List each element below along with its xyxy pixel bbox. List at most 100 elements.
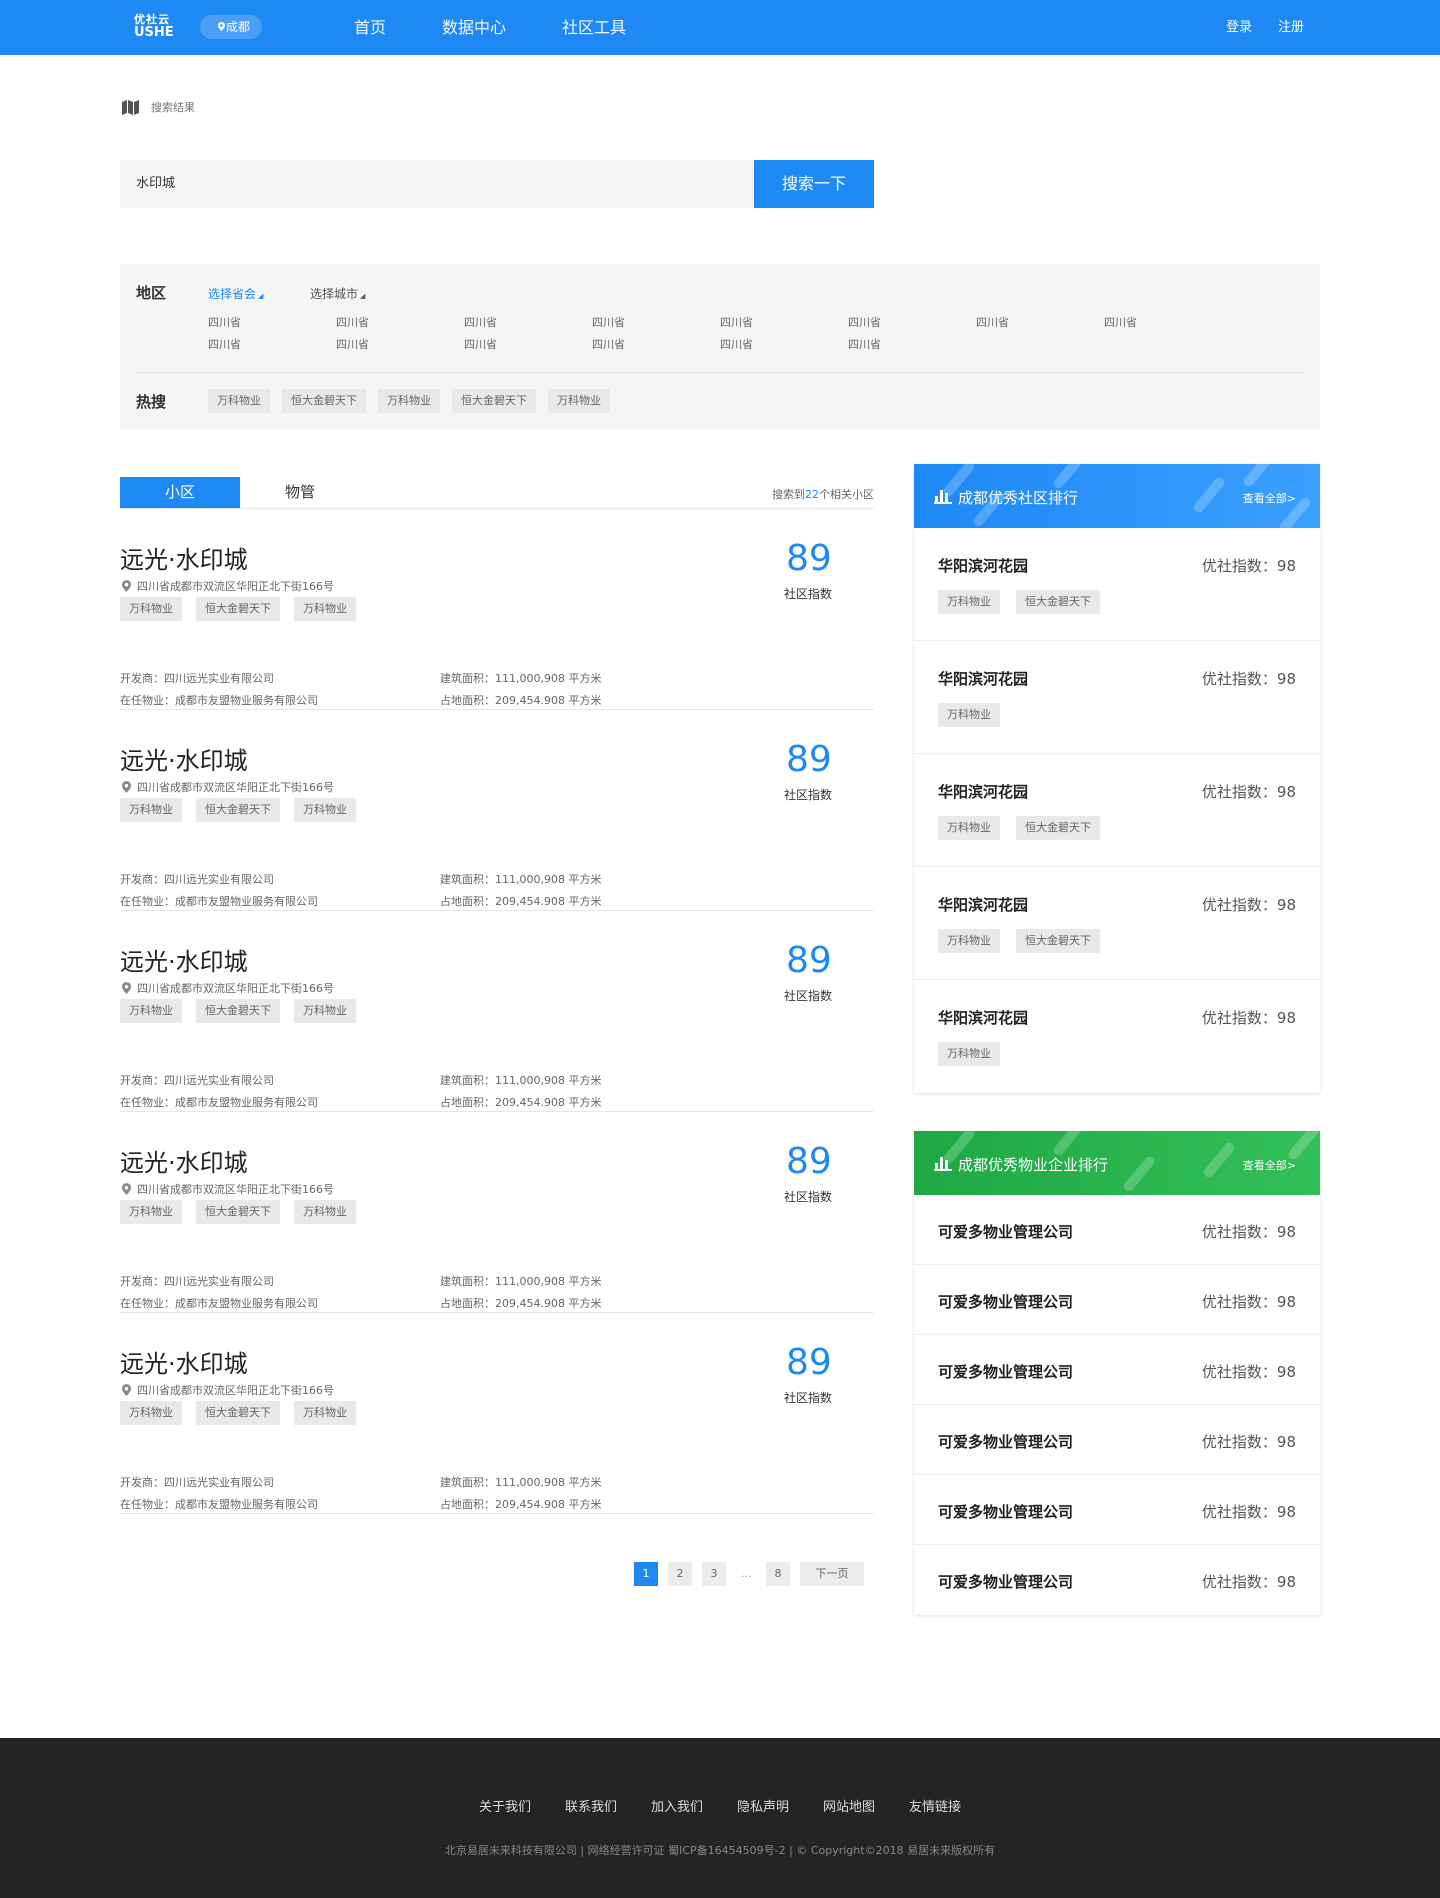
search-button[interactable]: 搜索一下 [754, 160, 874, 208]
community-rank-row[interactable]: 华阳滨河花园 优社指数：98 万科物业 [914, 641, 1320, 754]
community-name[interactable]: 远光·水印城 [120, 942, 248, 977]
rank-tag[interactable]: 万科物业 [938, 1042, 1000, 1066]
enterprise-rank-row[interactable]: 可爱多物业管理公司 优社指数：98 [914, 1545, 1320, 1615]
item-tag[interactable]: 万科物业 [294, 798, 356, 822]
rank-tag[interactable]: 恒大金碧天下 [1016, 929, 1100, 953]
page-last-button[interactable]: 8 [766, 1562, 790, 1586]
hot-tag[interactable]: 万科物业 [548, 389, 610, 413]
footer-link-about[interactable]: 关于我们 [479, 1796, 531, 1815]
province-option[interactable]: 四川省 [336, 337, 464, 353]
search-input[interactable]: 水印城 [120, 160, 754, 208]
province-option[interactable]: 四川省 [208, 337, 336, 353]
footer-link-privacy[interactable]: 隐私声明 [737, 1796, 789, 1815]
site-logo[interactable]: 优社云 USHE [134, 13, 184, 41]
province-option[interactable]: 四川省 [848, 315, 976, 331]
register-link[interactable]: 注册 [1278, 0, 1304, 55]
nav-community-tools[interactable]: 社区工具 [562, 0, 626, 55]
community-result-item[interactable]: 远光·水印城 四川省成都市双流区华阳正北下街166号 万科物业 恒大金碧天下 万科物业开… [120, 509, 874, 710]
community-rank-row[interactable]: 华阳滨河花园 优社指数：98 万科物业 恒大金碧天下 [914, 867, 1320, 980]
item-tag[interactable]: 万科物业 [120, 999, 182, 1023]
item-tag[interactable]: 万科物业 [294, 597, 356, 621]
footer-link-sitemap[interactable]: 网站地图 [823, 1796, 875, 1815]
hot-tag[interactable]: 恒大金碧天下 [282, 389, 366, 413]
hot-tag[interactable]: 万科物业 [378, 389, 440, 413]
rank-enterprise-name[interactable]: 可爱多物业管理公司 [938, 1571, 1073, 1592]
rank-enterprise-name[interactable]: 可爱多物业管理公司 [938, 1431, 1073, 1452]
rank-community-name[interactable]: 华阳滨河花园 [938, 1007, 1028, 1028]
next-page-button[interactable]: 下一页 [800, 1562, 864, 1586]
rank-community-name[interactable]: 华阳滨河花园 [938, 781, 1028, 802]
rank-enterprise-name[interactable]: 可爱多物业管理公司 [938, 1361, 1073, 1382]
item-tag[interactable]: 恒大金碧天下 [196, 1401, 280, 1425]
item-tag[interactable]: 恒大金碧天下 [196, 1200, 280, 1224]
item-tag[interactable]: 恒大金碧天下 [196, 597, 280, 621]
enterprise-rank-row[interactable]: 可爱多物业管理公司 优社指数：98 [914, 1475, 1320, 1545]
nav-data-center[interactable]: 数据中心 [442, 0, 506, 55]
province-dropdown[interactable]: 选择省会 ◢ [208, 285, 263, 302]
enterprise-rank-row[interactable]: 可爱多物业管理公司 优社指数：98 [914, 1405, 1320, 1475]
page-3-button[interactable]: 3 [702, 1562, 726, 1586]
city-dropdown[interactable]: 选择城市 ◢ [310, 285, 365, 302]
rank-tag[interactable]: 万科物业 [938, 703, 1000, 727]
rank-enterprise-name[interactable]: 可爱多物业管理公司 [938, 1291, 1073, 1312]
item-tag[interactable]: 万科物业 [294, 999, 356, 1023]
community-result-item[interactable]: 远光·水印城 四川省成都市双流区华阳正北下街166号 万科物业 恒大金碧天下 万科物业开… [120, 710, 874, 911]
page-1-button[interactable]: 1 [634, 1562, 658, 1586]
footer-link-friends[interactable]: 友情链接 [909, 1796, 961, 1815]
province-option[interactable]: 四川省 [336, 315, 464, 331]
province-option[interactable]: 四川省 [464, 337, 592, 353]
province-option[interactable]: 四川省 [720, 315, 848, 331]
item-tag[interactable]: 万科物业 [120, 798, 182, 822]
item-tag[interactable]: 万科物业 [120, 1401, 182, 1425]
province-option[interactable]: 四川省 [848, 337, 976, 353]
province-option[interactable]: 四川省 [1104, 315, 1232, 331]
province-option[interactable]: 四川省 [464, 315, 592, 331]
rank-community-name[interactable]: 华阳滨河花园 [938, 555, 1028, 576]
rank-tag[interactable]: 恒大金碧天下 [1016, 590, 1100, 614]
item-tag[interactable]: 万科物业 [294, 1401, 356, 1425]
rank-tag[interactable]: 恒大金碧天下 [1016, 816, 1100, 840]
community-rank-row[interactable]: 华阳滨河花园 优社指数：98 万科物业 恒大金碧天下 [914, 754, 1320, 867]
rank-community-name[interactable]: 华阳滨河花园 [938, 668, 1028, 689]
community-result-item[interactable]: 远光·水印城 四川省成都市双流区华阳正北下街166号 万科物业 恒大金碧天下 万科物业开… [120, 1112, 874, 1313]
community-name[interactable]: 远光·水印城 [120, 741, 248, 776]
enterprise-view-all-link[interactable]: 查看全部> [1243, 1157, 1296, 1173]
rank-tag[interactable]: 万科物业 [938, 816, 1000, 840]
enterprise-rank-row[interactable]: 可爱多物业管理公司 优社指数：98 [914, 1195, 1320, 1265]
community-rank-row[interactable]: 华阳滨河花园 优社指数：98 万科物业 [914, 980, 1320, 1093]
province-option[interactable]: 四川省 [208, 315, 336, 331]
tab-community[interactable]: 小区 [120, 477, 240, 508]
community-name[interactable]: 远光·水印城 [120, 1344, 248, 1379]
city-selector[interactable]: 成都 [200, 15, 263, 39]
login-link[interactable]: 登录 [1226, 0, 1252, 55]
item-tag[interactable]: 万科物业 [120, 1200, 182, 1224]
page-2-button[interactable]: 2 [668, 1562, 692, 1586]
hot-tag[interactable]: 万科物业 [208, 389, 270, 413]
item-tag[interactable]: 恒大金碧天下 [196, 798, 280, 822]
community-result-item[interactable]: 远光·水印城 四川省成都市双流区华阳正北下街166号 万科物业 恒大金碧天下 万科物业开… [120, 911, 874, 1112]
item-tag[interactable]: 恒大金碧天下 [196, 999, 280, 1023]
community-view-all-link[interactable]: 查看全部> [1243, 490, 1296, 506]
footer-link-contact[interactable]: 联系我们 [565, 1796, 617, 1815]
community-result-item[interactable]: 远光·水印城 四川省成都市双流区华阳正北下街166号 万科物业 恒大金碧天下 万科物业开… [120, 1313, 874, 1514]
enterprise-rank-row[interactable]: 可爱多物业管理公司 优社指数：98 [914, 1335, 1320, 1405]
rank-enterprise-name[interactable]: 可爱多物业管理公司 [938, 1221, 1073, 1242]
footer-link-join[interactable]: 加入我们 [651, 1796, 703, 1815]
rank-tag[interactable]: 万科物业 [938, 590, 1000, 614]
rank-enterprise-name[interactable]: 可爱多物业管理公司 [938, 1501, 1073, 1522]
province-option[interactable]: 四川省 [592, 337, 720, 353]
community-rank-row[interactable]: 华阳滨河花园 优社指数：98 万科物业 恒大金碧天下 [914, 528, 1320, 641]
enterprise-rank-row[interactable]: 可爱多物业管理公司 优社指数：98 [914, 1265, 1320, 1335]
community-name[interactable]: 远光·水印城 [120, 540, 248, 575]
item-tag[interactable]: 万科物业 [120, 597, 182, 621]
community-name[interactable]: 远光·水印城 [120, 1143, 248, 1178]
nav-home[interactable]: 首页 [354, 0, 386, 55]
item-tag[interactable]: 万科物业 [294, 1200, 356, 1224]
hot-tag[interactable]: 恒大金碧天下 [452, 389, 536, 413]
province-option[interactable]: 四川省 [720, 337, 848, 353]
tab-property-mgmt[interactable]: 物管 [240, 477, 360, 508]
rank-community-name[interactable]: 华阳滨河花园 [938, 894, 1028, 915]
rank-tag[interactable]: 万科物业 [938, 929, 1000, 953]
province-option[interactable]: 四川省 [592, 315, 720, 331]
province-option[interactable]: 四川省 [976, 315, 1104, 331]
